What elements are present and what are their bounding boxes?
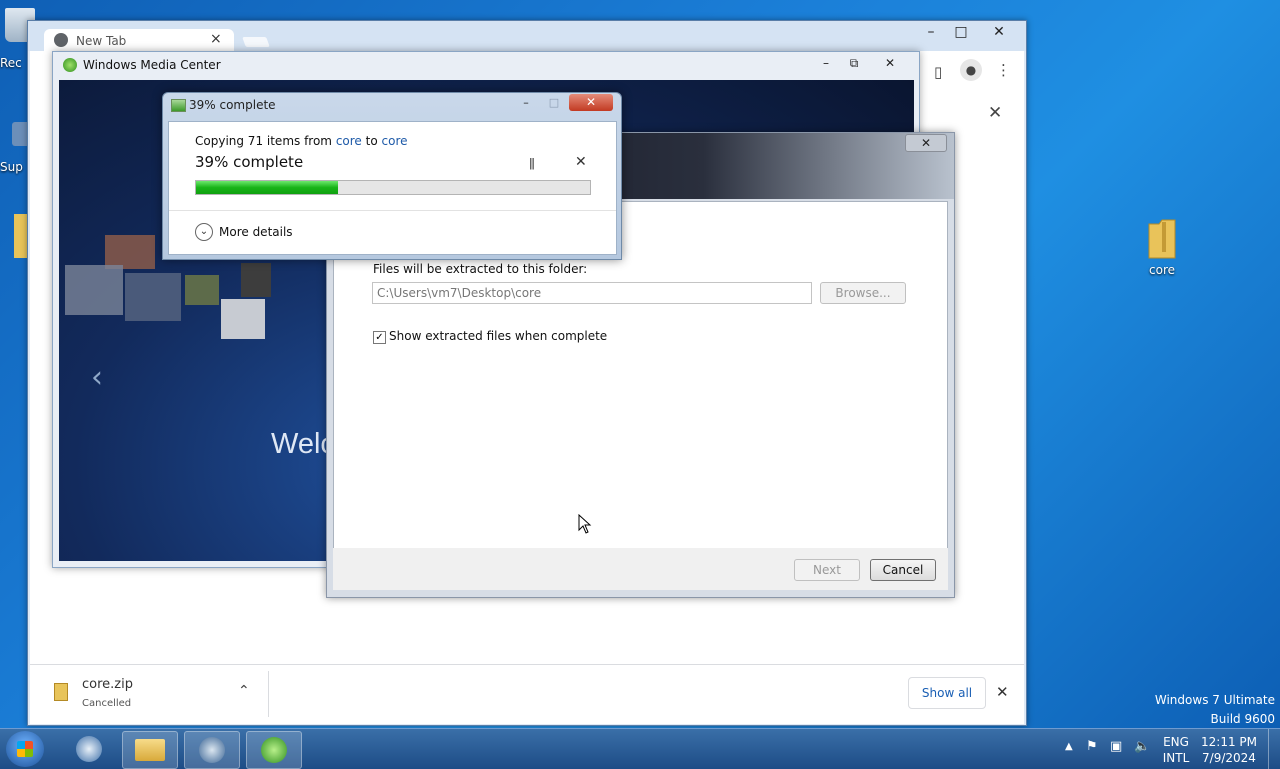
clock[interactable]: 12:11 PM 7/9/2024 bbox=[1196, 734, 1262, 766]
extract-close-button[interactable]: ✕ bbox=[905, 134, 947, 152]
copy-summary-prefix: Copying 71 items from bbox=[195, 134, 336, 148]
download-divider bbox=[268, 671, 269, 717]
download-bar: core.zip Cancelled ⌃ Show all ✕ bbox=[30, 664, 1024, 724]
wmc-minimize-button[interactable]: – bbox=[811, 54, 841, 72]
globe-icon bbox=[54, 33, 68, 47]
show-all-button[interactable]: Show all bbox=[908, 677, 986, 709]
windows-build-text: Build 9600 bbox=[1210, 712, 1275, 726]
copy-dialog-icon bbox=[171, 99, 186, 112]
download-bar-close-icon[interactable]: ✕ bbox=[996, 683, 1009, 701]
windows-logo-icon bbox=[17, 741, 33, 757]
show-desktop-button[interactable] bbox=[1268, 729, 1280, 769]
profile-avatar-icon[interactable]: ● bbox=[960, 59, 982, 81]
tab-new-tab[interactable]: New Tab × bbox=[44, 29, 234, 53]
taskbar-app-media-center[interactable] bbox=[246, 731, 302, 769]
more-details-chevron-icon[interactable]: ⌄ bbox=[195, 223, 213, 241]
tab-close-icon[interactable]: × bbox=[210, 31, 222, 47]
cancel-copy-icon[interactable]: ✕ bbox=[575, 154, 587, 170]
windows-edition-text: Windows 7 Ultimate bbox=[1154, 693, 1275, 707]
chrome-close-button[interactable]: ✕ bbox=[984, 23, 1014, 41]
destination-path-input[interactable] bbox=[372, 282, 812, 304]
copy-progress-fill bbox=[196, 181, 338, 194]
show-hidden-icons-chevron-icon[interactable]: ▲ bbox=[1065, 741, 1073, 752]
back-chevron-icon[interactable]: ‹ bbox=[91, 360, 103, 395]
download-chevron-up-icon[interactable]: ⌃ bbox=[238, 683, 250, 699]
copy-progress-dialog: 39% complete – □ ✕ Copying 71 items from… bbox=[162, 92, 622, 260]
browse-button[interactable]: Browse... bbox=[820, 282, 906, 304]
clock-time: 12:11 PM bbox=[1201, 735, 1257, 749]
keyboard-layout: INTL bbox=[1162, 751, 1190, 765]
core-folder-desktop-icon[interactable]: core bbox=[1132, 216, 1192, 282]
menu-kebab-icon[interactable]: ⋮ bbox=[996, 61, 1011, 79]
show-files-checkbox[interactable]: ✓ bbox=[373, 331, 386, 344]
network-icon[interactable]: ▣ bbox=[1110, 739, 1122, 754]
more-details-label[interactable]: More details bbox=[219, 225, 293, 239]
download-filename[interactable]: core.zip bbox=[82, 677, 133, 692]
chrome-minimize-button[interactable]: – bbox=[916, 23, 946, 41]
media-player-icon bbox=[76, 736, 102, 762]
wmc-restore-button[interactable]: ⧉ bbox=[839, 54, 869, 72]
taskbar-app-media-player[interactable] bbox=[62, 731, 116, 767]
start-button[interactable] bbox=[6, 731, 44, 767]
media-center-logo-icon bbox=[63, 58, 77, 72]
infobar-close-icon[interactable]: ✕ bbox=[988, 103, 1002, 123]
tab-strip: New Tab × – □ ✕ bbox=[28, 21, 1026, 53]
copy-destination-link[interactable]: core bbox=[382, 134, 408, 148]
media-center-title: Windows Media Center bbox=[83, 58, 221, 72]
next-button[interactable]: Next bbox=[794, 559, 860, 581]
taskbar-app-explorer[interactable] bbox=[122, 731, 178, 769]
copy-divider bbox=[169, 210, 616, 211]
copy-summary-to: to bbox=[361, 134, 382, 148]
copy-percent-text: 39% complete bbox=[195, 153, 304, 171]
copy-source-link[interactable]: core bbox=[336, 134, 362, 148]
copy-close-button[interactable]: ✕ bbox=[569, 94, 613, 111]
core-folder-label: core bbox=[1149, 263, 1175, 277]
copy-maximize-button[interactable]: □ bbox=[541, 95, 567, 111]
browser-icon bbox=[199, 737, 225, 763]
clock-date: 7/9/2024 bbox=[1202, 751, 1256, 765]
folder-icon bbox=[135, 739, 165, 761]
volume-muted-icon[interactable]: 🔈 bbox=[1134, 739, 1150, 754]
cancel-button[interactable]: Cancel bbox=[870, 559, 936, 581]
new-tab-button[interactable] bbox=[242, 37, 270, 47]
pause-icon[interactable]: ǁ bbox=[529, 156, 535, 170]
show-files-label[interactable]: Show extracted files when complete bbox=[389, 329, 607, 343]
zip-folder-icon bbox=[1148, 219, 1176, 259]
copy-dialog-title: 39% complete bbox=[189, 98, 276, 112]
language-code: ENG bbox=[1163, 735, 1189, 749]
tab-title: New Tab bbox=[76, 34, 127, 48]
mouse-cursor-icon bbox=[578, 514, 592, 534]
side-panel-icon[interactable]: ▯ bbox=[934, 63, 942, 81]
copy-dialog-panel: Copying 71 items from core to core 39% c… bbox=[168, 121, 617, 255]
zip-file-icon bbox=[54, 683, 68, 701]
action-center-flag-icon[interactable]: ⚑ bbox=[1086, 739, 1098, 754]
language-indicator[interactable]: ENG INTL bbox=[1158, 734, 1194, 766]
extract-dialog-footer: Next Cancel bbox=[333, 548, 948, 590]
chrome-maximize-button[interactable]: □ bbox=[946, 23, 976, 41]
media-center-icon bbox=[261, 737, 287, 763]
copy-minimize-button[interactable]: – bbox=[513, 95, 539, 111]
taskbar: ▲ ⚑ ▣ 🔈 ENG INTL 12:11 PM 7/9/2024 bbox=[0, 728, 1280, 769]
copy-summary: Copying 71 items from core to core bbox=[195, 134, 408, 148]
download-status: Cancelled bbox=[82, 698, 132, 709]
wmc-close-button[interactable]: ✕ bbox=[875, 54, 905, 72]
taskbar-app-chrome[interactable] bbox=[184, 731, 240, 769]
copy-progress-bar bbox=[195, 180, 591, 195]
folder-label: Files will be extracted to this folder: bbox=[373, 262, 588, 276]
